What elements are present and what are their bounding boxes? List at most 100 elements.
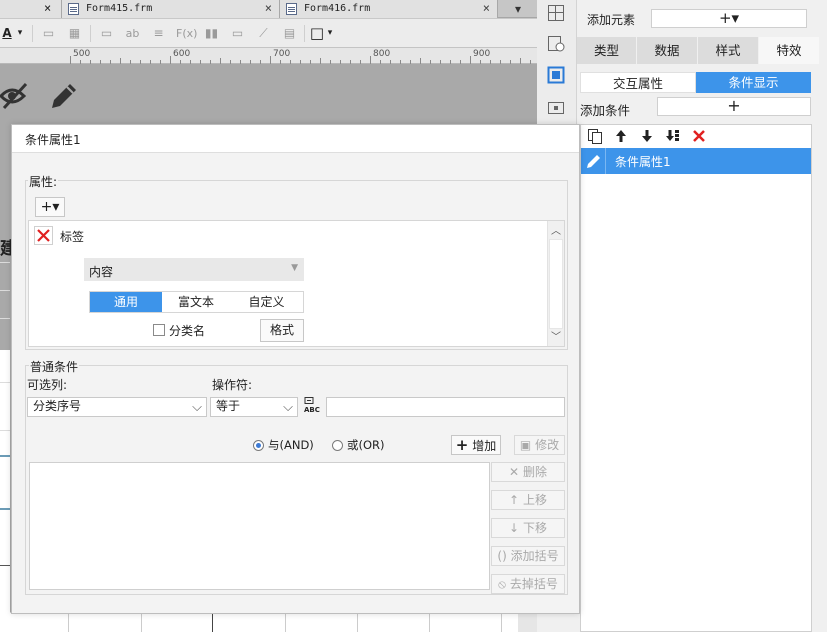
chevron-down-icon: ⌵ [192, 400, 202, 415]
merge-cells-icon[interactable]: ▭ [98, 25, 115, 42]
form-settings-icon[interactable] [547, 99, 565, 117]
scroll-thumb[interactable] [549, 239, 563, 329]
grid-line [0, 262, 10, 263]
condition-value-input[interactable] [326, 397, 565, 417]
chevron-down-icon: ▼ [291, 263, 298, 273]
chevron-down-icon[interactable]: ▾ [15, 25, 25, 42]
condition-expression-list[interactable] [29, 462, 490, 590]
add-element-button[interactable]: +▾ [651, 9, 807, 28]
pencil-icon[interactable] [581, 148, 606, 174]
add-condition-button[interactable]: + [657, 97, 811, 116]
horizontal-ruler: 500 600 700 800 900 [0, 48, 537, 64]
tab-close-icon[interactable]: × [265, 0, 272, 17]
column-select-value: 分类序号 [33, 399, 82, 413]
scroll-down-icon[interactable]: ﹀ [551, 328, 561, 343]
grid-line [0, 318, 10, 319]
content-select-value: 内容 [89, 265, 114, 279]
subtab-condition-display[interactable]: 条件显示 [696, 72, 811, 93]
toolbar-divider [304, 25, 305, 42]
ruler-label: 700 [273, 49, 291, 59]
and-radio[interactable] [253, 440, 264, 451]
panel-icon-column [537, 0, 577, 125]
condition-list-item[interactable]: 条件属性1 [581, 148, 811, 174]
font-color-icon[interactable]: A [0, 25, 14, 42]
move-up-icon[interactable] [613, 128, 629, 144]
tab-close-icon[interactable]: × [44, 0, 51, 17]
canvas-chart-line [0, 455, 10, 457]
modify-icon: ▣ [519, 438, 532, 452]
hide-eye-icon[interactable] [0, 78, 30, 115]
ruler-label: 600 [173, 49, 191, 59]
table-icon[interactable]: ▦ [66, 25, 83, 42]
copy-icon[interactable] [587, 128, 603, 144]
align-icon[interactable]: ≡ [150, 25, 167, 42]
delete-icon[interactable] [691, 128, 707, 144]
document-tab-strip: × Form415.frm × Form416.frm × ▾ [0, 0, 537, 18]
move-up-button[interactable]: ↑ 上移 [491, 490, 565, 510]
cell-element-icon[interactable] [547, 4, 565, 22]
remove-bracket-label: 去掉括号 [509, 577, 558, 591]
delete-button-label: 删除 [522, 465, 547, 479]
tab-type[interactable]: 类型 [577, 37, 636, 64]
delete-button[interactable]: ✕ 删除 [491, 462, 565, 482]
grid-line [0, 290, 10, 291]
form-file-icon [68, 3, 79, 15]
remove-attribute-icon[interactable] [34, 226, 53, 245]
ruler-label: 800 [373, 49, 391, 59]
edit-pencil-icon[interactable] [46, 78, 80, 115]
grid-line [68, 613, 69, 632]
condition-list [580, 124, 812, 632]
add-attribute-button[interactable]: +▾ [35, 197, 65, 217]
tab-label: Form416.frm [304, 3, 371, 14]
attribute-scrollbar[interactable]: ︿ ﹀ [547, 221, 564, 346]
slash-icon[interactable]: ⟋ [255, 25, 272, 42]
content-select[interactable]: 内容 ▼ [84, 258, 304, 281]
text-icon[interactable]: ab [124, 25, 141, 42]
subreport-icon[interactable]: ▤ [281, 25, 298, 42]
formula-icon[interactable]: F(x) [176, 25, 197, 42]
image-icon[interactable]: ▭ [229, 25, 246, 42]
ruler-label: 900 [473, 49, 491, 59]
border-icon[interactable]: ▭ [40, 25, 57, 42]
add-condition-item-button[interactable]: + 增加 [451, 435, 501, 455]
widget-settings-icon[interactable] [547, 66, 565, 84]
arrow-down-icon: ↓ [509, 521, 520, 535]
category-name-checkbox[interactable] [153, 324, 165, 336]
tab-close-icon[interactable]: × [483, 0, 490, 17]
move-down-button[interactable]: ↓ 下移 [491, 518, 565, 538]
grid-line [357, 613, 358, 632]
tab-list-menu-icon[interactable]: ▾ [507, 0, 529, 18]
tab-effects[interactable]: 特效 [759, 37, 819, 64]
segment-general[interactable]: 通用 [90, 292, 162, 312]
grid-line [429, 613, 430, 632]
scroll-up-icon[interactable]: ︿ [551, 222, 561, 237]
canvas-sheet-edge [0, 350, 10, 632]
canvas-partial-text: 建 [0, 239, 11, 259]
move-bottom-icon[interactable] [665, 128, 681, 144]
tab-data[interactable]: 数据 [637, 37, 697, 64]
chart-icon[interactable]: ▮▮ [203, 25, 220, 42]
tab-previous[interactable]: × [0, 0, 62, 18]
tab-style[interactable]: 样式 [698, 37, 758, 64]
format-button[interactable]: 格式 [260, 319, 304, 342]
segment-custom[interactable]: 自定义 [230, 292, 303, 312]
remove-bracket-button[interactable]: ⦸ 去掉括号 [491, 574, 565, 594]
chevron-down-icon: ⌵ [283, 400, 293, 415]
column-select[interactable]: 分类序号 ⌵ [27, 397, 207, 417]
operator-select[interactable]: 等于 ⌵ [210, 397, 298, 417]
or-radio[interactable] [332, 440, 343, 451]
cell-attribute-icon[interactable] [547, 35, 565, 53]
modify-button[interactable]: ▣ 修改 [514, 435, 565, 455]
add-bracket-button[interactable]: () 添加括号 [491, 546, 565, 566]
segment-rich-text[interactable]: 富文本 [162, 292, 230, 312]
move-down-icon[interactable] [639, 128, 655, 144]
tab-form416[interactable]: Form416.frm × [280, 0, 498, 18]
add-condition-label: 添加条件 [580, 103, 631, 118]
remove-bracket-icon: ⦸ [498, 577, 506, 591]
subtab-interaction[interactable]: 交互属性 [580, 72, 696, 93]
tab-form415[interactable]: Form415.frm × [62, 0, 280, 18]
value-type-icon[interactable]: ABC [302, 396, 324, 418]
chevron-down-icon[interactable]: ▾ [325, 25, 335, 42]
form-file-icon [286, 3, 297, 15]
border-style-icon[interactable]: □ [309, 25, 325, 42]
